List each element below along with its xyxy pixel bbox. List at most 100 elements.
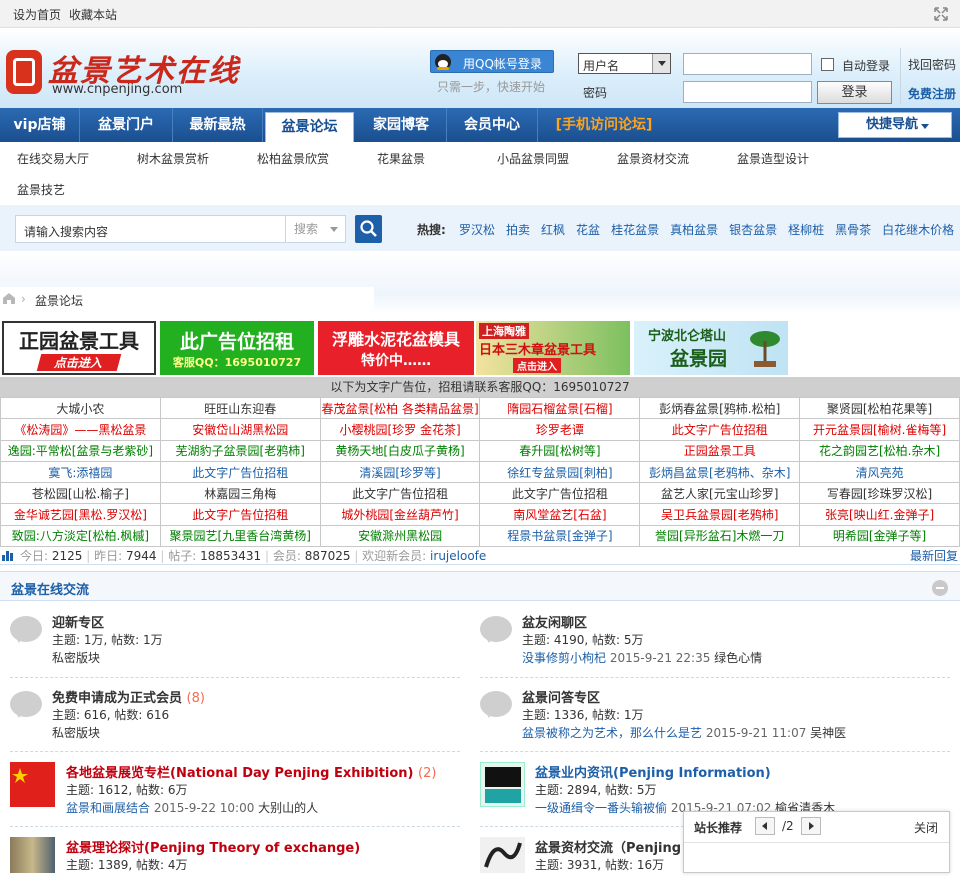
text-ad-cell[interactable]: 清风亮苑 (799, 460, 960, 484)
text-ad-cell[interactable]: 清溪园[珍罗等] (319, 460, 481, 484)
forum-name[interactable]: 迎新专区 (52, 612, 104, 631)
login-button[interactable]: 登录 (817, 81, 892, 104)
ad-banner-shanghai-taoya[interactable]: 上海陶雅 日本三木章盆景工具 点击进入 (476, 321, 630, 375)
forum-item[interactable]: 各地盆景展览专栏(National Day Penjing Exhibition… (0, 762, 470, 832)
last-post-link[interactable]: 盆景和画展结合 (66, 801, 150, 815)
register-link[interactable]: 免费注册 (908, 85, 956, 102)
bookmark-link[interactable]: 收藏本站 (69, 6, 117, 23)
forgot-password-link[interactable]: 找回密码 (908, 56, 956, 73)
hot-search-item[interactable]: 银杏盆景 (729, 221, 777, 238)
hot-search-item[interactable]: 红枫 (541, 221, 565, 238)
subnav-flower-fruit[interactable]: 花果盆景 (377, 150, 425, 167)
ad-banner-zhengyuan[interactable]: 正园盆景工具 点击进入 (2, 321, 156, 375)
text-ad-cell[interactable]: 春升园[松树等] (479, 439, 641, 462)
text-ad-cell[interactable]: 盆艺人家[元宝山珍罗] (639, 482, 801, 505)
text-ad-cell[interactable]: 珍罗老谭 (479, 418, 641, 441)
forum-item[interactable]: 迎新专区 主题: 1万, 帖数: 1万 私密版块 (0, 612, 470, 682)
text-ad-cell[interactable]: 金华诚艺园[黑松.罗汉松] (0, 503, 161, 526)
quick-nav-button[interactable]: 快捷导航 (838, 112, 952, 138)
last-post-link[interactable]: 没事修剪小枸杞 (522, 651, 606, 665)
text-ad-cell[interactable]: 大城小农 (0, 396, 161, 420)
text-ad-cell[interactable]: 花之韵园艺[松柏.杂木] (799, 439, 960, 462)
text-ad-cell[interactable]: 芜湖豹子盆景园[老鸦柿] (159, 439, 321, 462)
forum-item[interactable]: 免费申请成为正式会员 (8) 主题: 616, 帖数: 616 私密版块 (0, 687, 470, 757)
nav-portal[interactable]: 盆景门户 (80, 108, 173, 142)
nav-member-center[interactable]: 会员中心 (447, 108, 538, 142)
hot-search-item[interactable]: 拍卖 (506, 221, 530, 238)
text-ad-cell[interactable]: 此文字广告位招租 (159, 460, 321, 484)
text-ad-cell[interactable]: 林嘉园三角梅 (159, 482, 321, 505)
subnav-trading-hall[interactable]: 在线交易大厅 (17, 150, 89, 167)
text-ad-cell[interactable]: 安徽岱山湖黑松园 (159, 418, 321, 441)
fullscreen-icon[interactable] (934, 7, 948, 21)
subnav-design[interactable]: 盆景造型设计 (737, 150, 809, 167)
qq-login-button[interactable]: 用QQ帐号登录 (430, 50, 554, 73)
forum-name[interactable]: 盆景问答专区 (522, 687, 600, 706)
newest-member-link[interactable]: irujeloofe (430, 549, 486, 563)
text-ad-cell[interactable]: 旺旺山东迎春 (159, 396, 321, 420)
forum-name[interactable]: 盆友闲聊区 (522, 612, 587, 631)
text-ad-cell[interactable]: 开元盆景园[榆树.雀梅等] (799, 418, 960, 441)
latest-replies-link[interactable]: 最新回复 (910, 547, 958, 564)
username-type-select[interactable]: 用户名 (578, 53, 671, 74)
text-ad-cell[interactable]: 南风堂盆艺[石盆] (479, 503, 641, 526)
hot-search-item[interactable]: 柽柳桩 (788, 221, 824, 238)
collapse-icon[interactable] (932, 580, 948, 596)
text-ad-cell[interactable]: 吴卫兵盆景园[老鸦柿] (639, 503, 801, 526)
subnav-mini-alliance[interactable]: 小品盆景同盟 (497, 150, 569, 167)
forum-item[interactable]: 盆友闲聊区 主题: 4190, 帖数: 5万 没事修剪小枸杞 2015-9-21… (470, 612, 940, 682)
subnav-tree-penjing[interactable]: 树木盆景赏析 (137, 150, 209, 167)
hot-search-item[interactable]: 花盆 (576, 221, 600, 238)
subnav-materials[interactable]: 盆景资材交流 (617, 150, 689, 167)
text-ad-cell[interactable]: 誉园[异形盆石]木燃一刀 (639, 524, 801, 548)
username-field[interactable] (683, 53, 812, 75)
text-ad-cell[interactable]: 城外桃园[金丝葫芦竹] (319, 503, 481, 526)
text-ad-cell[interactable]: 《松涛园》——黑松盆景 (0, 418, 161, 441)
forum-item[interactable]: 盆景理论探讨(Penjing Theory of exchange) 主题: 1… (0, 837, 470, 873)
last-post-link[interactable]: 一级通缉令一番头输被偷 (535, 801, 667, 815)
text-ad-cell[interactable]: 此文字广告位招租 (159, 503, 321, 526)
forum-name[interactable]: 盆景资材交流（Penjing a (535, 837, 694, 856)
set-homepage-link[interactable]: 设为首页 (13, 6, 61, 23)
text-ad-cell[interactable]: 聚景园艺[九里香台湾黄杨] (159, 524, 321, 548)
search-button[interactable] (355, 215, 382, 243)
popup-next-button[interactable] (801, 817, 821, 835)
text-ad-cell[interactable]: 隋园石榴盆景[石榴] (479, 396, 641, 420)
nav-mobile-forum[interactable]: [手机访问论坛] (538, 108, 670, 142)
search-scope-select[interactable]: 搜索 (286, 215, 346, 243)
text-ad-cell[interactable]: 聚贤园[松柏花果等] (799, 396, 960, 420)
breadcrumb-current[interactable]: 盆景论坛 (35, 292, 83, 309)
hot-search-item[interactable]: 真柏盆景 (670, 221, 718, 238)
hot-search-item[interactable]: 白花继木价格 (882, 221, 954, 238)
hot-search-item[interactable]: 罗汉松 (459, 221, 495, 238)
forum-name[interactable]: 盆景业内资讯(Penjing Information) (535, 762, 771, 781)
forum-name[interactable]: 免费申请成为正式会员 (52, 691, 182, 706)
nav-forum[interactable]: 盆景论坛 (265, 112, 354, 142)
text-ad-cell[interactable]: 正园盆景工具 (639, 439, 801, 462)
forum-name[interactable]: 盆景理论探讨(Penjing Theory of exchange) (66, 837, 360, 856)
text-ad-cell[interactable]: 张亮[映山红.金弹子] (799, 503, 960, 526)
text-ad-cell[interactable]: 程景书盆景[金弹子] (479, 524, 641, 548)
nav-vip-shop[interactable]: vip店铺 (0, 108, 80, 142)
section-title[interactable]: 盆景在线交流 (11, 579, 89, 598)
password-field[interactable] (683, 81, 812, 103)
text-ad-cell[interactable]: 小樱桃园[珍罗 金花茶] (319, 418, 481, 441)
ad-banner-cement-mold[interactable]: 浮雕水泥花盆模具 特价中…… (318, 321, 474, 375)
last-post-link[interactable]: 盆景被称之为艺术，那么什么是艺 (522, 726, 702, 740)
subnav-pine-penjing[interactable]: 松柏盆景欣赏 (257, 150, 329, 167)
ad-banner-ningbo-tashan[interactable]: 宁波北仑塔山 盆景园 (634, 321, 788, 375)
text-ad-cell[interactable]: 此文字广告位招租 (479, 482, 641, 505)
subnav-skills[interactable]: 盆景技艺 (17, 181, 65, 198)
forum-item[interactable]: 盆景问答专区 主题: 1336, 帖数: 1万 盆景被称之为艺术，那么什么是艺 … (470, 687, 940, 757)
ad-banner-for-rent[interactable]: 此广告位招租 客服QQ：1695010727 (160, 321, 314, 375)
hot-search-item[interactable]: 黑骨茶 (835, 221, 871, 238)
search-input[interactable]: 请输入搜索内容 (15, 215, 286, 243)
text-ad-cell[interactable]: 苍松园[山松.榆子] (0, 482, 161, 505)
hot-search-item[interactable]: 桂花盆景 (611, 221, 659, 238)
text-ad-cell[interactable]: 逸园:平常松[盆景与老紫砂] (0, 439, 161, 462)
nav-latest-hot[interactable]: 最新最热 (173, 108, 263, 142)
text-ad-cell[interactable]: 黄杨天地[白皮瓜子黄杨] (319, 439, 481, 462)
home-icon[interactable] (2, 292, 16, 304)
text-ad-cell[interactable]: 明希园[金弹子等] (799, 524, 960, 548)
nav-home-blog[interactable]: 家园博客 (356, 108, 447, 142)
